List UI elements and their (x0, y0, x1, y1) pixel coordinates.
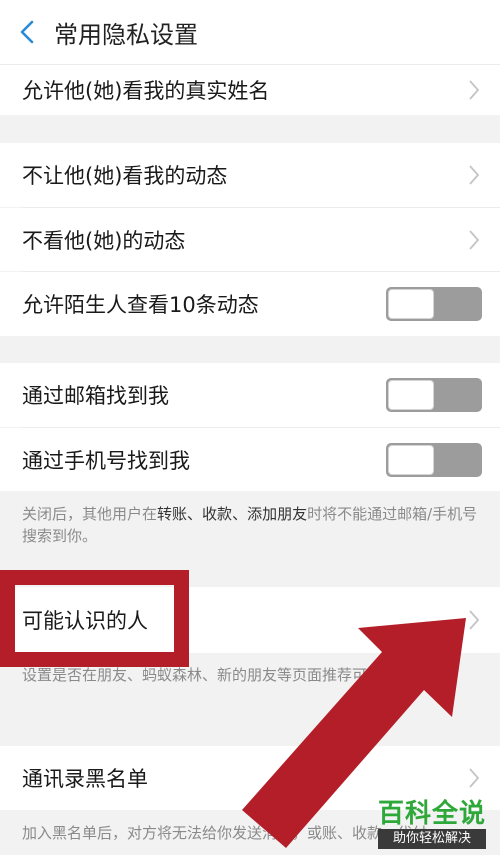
watermark-title: 百科全说 (377, 799, 486, 829)
chevron-right-icon (466, 608, 482, 632)
row-find-by-email-label: 通过邮箱找到我 (22, 384, 169, 408)
note-keyword: 添加朋友 (247, 505, 308, 523)
row-find-by-email: 通过邮箱找到我 (0, 363, 500, 427)
note-keyword: 收款 (202, 505, 233, 523)
row-hide-their-moments[interactable]: 不看他(她)的动态 (0, 208, 500, 271)
row-people-you-may-know[interactable]: 可能认识的人 (0, 587, 500, 653)
row-stranger-view: 允许陌生人查看10条动态 (0, 272, 500, 336)
row-hide-my-moments[interactable]: 不让他(她)看我的动态 (0, 143, 500, 207)
row-stranger-view-label: 允许陌生人查看10条动态 (22, 293, 259, 317)
find-by-email-toggle[interactable] (386, 378, 482, 412)
watermark-logo: 百科全说 助你轻松解决 (377, 799, 486, 849)
chevron-left-icon (20, 20, 34, 44)
pymk-note: 设置是否在朋友、蚂蚁森林、新的朋友等页面推荐可能认识的人 (22, 666, 443, 684)
row-people-you-may-know-label: 可能认识的人 (22, 609, 148, 633)
row-hide-their-moments-label: 不看他(她)的动态 (22, 228, 186, 253)
row-find-by-phone: 通过手机号找到我 (0, 428, 500, 491)
page-title: 常用隐私设置 (54, 20, 198, 49)
chevron-right-icon (466, 163, 482, 187)
stranger-view-toggle[interactable] (386, 287, 482, 321)
note-keyword: 转账 (157, 505, 188, 523)
row-real-name[interactable]: 允许他(她)看我的真实姓名 (0, 65, 500, 115)
row-contact-blacklist-label: 通讯录黑名单 (22, 767, 148, 791)
row-find-by-phone-label: 通过手机号找到我 (22, 448, 190, 473)
find-by-phone-toggle[interactable] (386, 442, 482, 477)
row-hide-my-moments-label: 不让他(她)看我的动态 (22, 164, 228, 188)
chevron-right-icon (466, 78, 482, 102)
chevron-right-icon (466, 766, 482, 790)
nav-header: 常用隐私设置 (0, 0, 500, 65)
row-real-name-label: 允许他(她)看我的真实姓名 (22, 79, 270, 103)
note-keyword: 、 (232, 505, 248, 523)
toggle-knob (388, 380, 434, 410)
toggle-knob (388, 444, 434, 475)
note-keyword: 、 (187, 505, 203, 523)
note-text: 关闭后，其他用户在 (22, 505, 158, 523)
chevron-right-icon (466, 228, 482, 252)
find-by-note: 关闭后，其他用户在转账、收款、添加朋友时将不能通过邮箱/手机号搜索到你。 (0, 503, 500, 547)
watermark-subtitle: 助你轻松解决 (377, 829, 486, 849)
toggle-knob (388, 289, 434, 319)
back-button[interactable] (4, 0, 50, 64)
